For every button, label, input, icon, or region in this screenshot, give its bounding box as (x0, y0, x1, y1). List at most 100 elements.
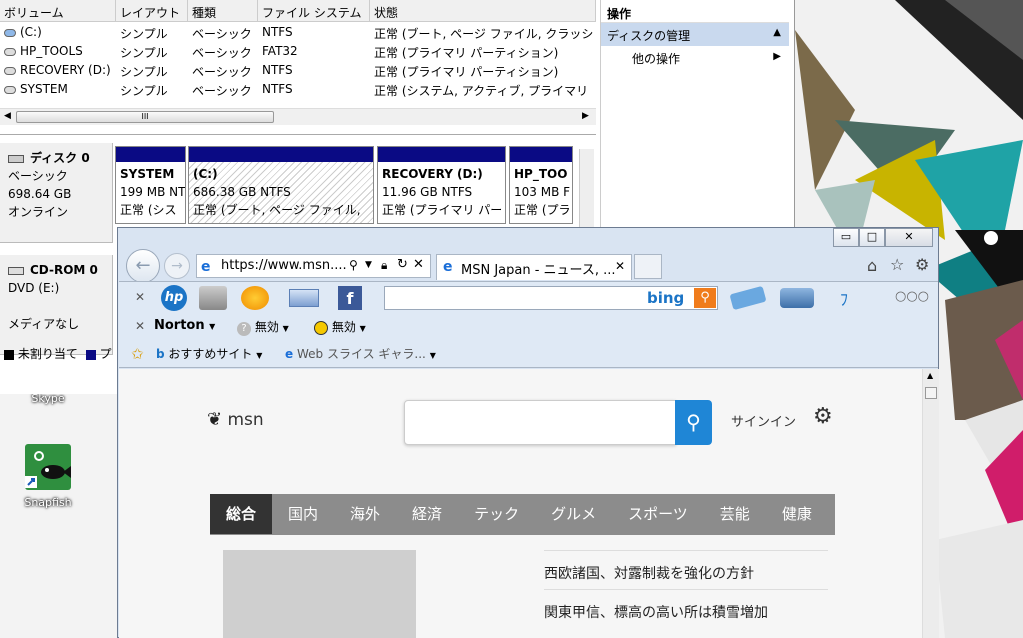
dropdown-icon: ▼ (359, 324, 366, 333)
nav-tab-domestic[interactable]: 国内 (272, 494, 334, 534)
norton-option-1[interactable]: ? 無効 ▼ (237, 318, 289, 336)
cdrom-drive: DVD (E:) (8, 281, 60, 295)
news-headline[interactable]: 西欧諸国、対露制裁を強化の方針 (544, 550, 828, 589)
nav-tab-gourmet[interactable]: グルメ (535, 494, 612, 534)
partition-c[interactable]: (C:) 686.38 GB NTFS 正常 (ブート, ページ ファイル, (188, 146, 374, 224)
nav-tab-economy[interactable]: 経済 (396, 494, 458, 534)
bing-search-button[interactable]: ⚲ (694, 288, 716, 308)
table-row[interactable]: HP_TOOLS シンプル ベーシック FAT32 正常 (プライマリ パーティ… (0, 42, 596, 61)
ie-page-icon: e (201, 259, 211, 275)
browser-tab-msn[interactable]: e MSN Japan - ニュース, ... ✕ (436, 254, 632, 280)
cdrom-0-label[interactable]: CD-ROM 0 DVD (E:) メディアなし (0, 255, 113, 355)
new-tab-button[interactable] (634, 254, 662, 279)
favorite-suggested-sites[interactable]: b おすすめサイト ▼ (156, 345, 262, 362)
volume-name: RECOVERY (D:) (20, 63, 111, 77)
forward-button[interactable]: → (164, 253, 190, 279)
norton-option-2[interactable]: 無効 ▼ (314, 318, 366, 335)
partition-bar (116, 147, 185, 162)
scroll-up-icon[interactable]: ▲ (927, 371, 933, 380)
nav-tab-health[interactable]: 健康 (766, 494, 828, 534)
scroll-thumb[interactable] (925, 387, 937, 399)
graphical-view-scrollbar[interactable] (579, 149, 594, 235)
hp-tag-icon[interactable] (729, 285, 767, 311)
actions-item-disk-management[interactable]: ディスクの管理 ▲ (601, 23, 789, 46)
disk-title: ディスク 0 (30, 151, 90, 165)
add-favorite-star-icon[interactable]: ✩ (131, 345, 144, 363)
lock-icon[interactable]: 🔒︎ (381, 258, 387, 273)
bing-b-icon: b (156, 347, 165, 361)
scroll-right-icon[interactable]: ▶ (582, 111, 589, 121)
actions-item-more[interactable]: 他の操作 ▶ (601, 46, 789, 68)
scroll-thumb[interactable]: III (16, 111, 274, 123)
news-headline[interactable]: 関東甲信、標高の高い所は積雪増加 (544, 589, 828, 628)
stop-icon[interactable]: ✕ (413, 257, 424, 272)
partition-status: 正常 (プラ (514, 203, 571, 217)
mail-envelope-icon[interactable] (289, 289, 319, 307)
partition-size: 199 MB NT (120, 185, 185, 199)
close-button[interactable]: ✕ (885, 228, 933, 247)
maps-icon[interactable] (199, 286, 227, 310)
table-row[interactable]: (C:) シンプル ベーシック NTFS 正常 (ブート, ページ ファイル, … (0, 23, 596, 42)
column-header-volume[interactable]: ボリューム (0, 0, 116, 21)
norton-menu[interactable]: Norton ▼ (154, 318, 215, 333)
desktop-icon-snapfish[interactable]: Snapfish (13, 444, 83, 509)
partition-hp-tools[interactable]: HP_TOO 103 MB F 正常 (プラ (509, 146, 573, 224)
partition-size: 686.38 GB NTFS (193, 185, 291, 199)
column-header-layout[interactable]: レイアウト (116, 0, 188, 21)
nav-tab-top[interactable]: 総合 (210, 494, 273, 534)
address-bar[interactable]: e https://www.msn.... ⚲ ▼ 🔒︎ ↻ ✕ (196, 254, 431, 278)
legend-label: 未割り当て (17, 347, 78, 361)
volume-list-scrollbar[interactable]: ◀ III ▶ (0, 108, 596, 125)
ie-window: ▭ □ ✕ ← → e https://www.msn.... ⚲ ▼ 🔒︎ ↻… (117, 227, 939, 638)
home-icon[interactable]: ⌂ (867, 256, 877, 275)
nav-tab-sports[interactable]: スポーツ (612, 494, 704, 534)
news-image-placeholder[interactable] (223, 550, 416, 638)
column-header-status[interactable]: 状態 (370, 0, 596, 21)
msn-logo[interactable]: ❦ msn (207, 409, 264, 430)
refresh-icon[interactable]: ↻ (397, 257, 408, 272)
more-options-icon[interactable]: ○○○ (895, 289, 929, 304)
msn-butterfly-icon: ❦ (207, 409, 223, 430)
close-toolbar-icon[interactable]: ✕ (135, 319, 145, 333)
favorite-web-slice-gallery[interactable]: e Web スライス ギャラ... ▼ (285, 345, 436, 362)
favorites-star-icon[interactable]: ☆ (890, 255, 904, 274)
option-label: 無効 (254, 320, 279, 334)
column-header-type[interactable]: 種類 (188, 0, 258, 21)
legend: 未割り当て プ (4, 345, 112, 362)
back-button[interactable]: ← (126, 249, 160, 283)
signin-link[interactable]: サインイン (731, 411, 796, 430)
tools-gear-icon[interactable]: ⚙ (915, 255, 929, 274)
search-icon[interactable]: ⚲ (349, 258, 358, 272)
dropdown-icon[interactable]: ▼ (365, 260, 372, 270)
msn-search-button[interactable]: ⚲ (675, 400, 712, 445)
maximize-button[interactable]: □ (859, 228, 885, 247)
minimize-button[interactable]: ▭ (833, 228, 859, 247)
nav-tab-tech[interactable]: テック (458, 494, 535, 534)
disk-0-label[interactable]: ディスク 0 ベーシック 698.64 GB オンライン (0, 143, 113, 243)
hp-logo-icon[interactable]: hp (161, 285, 187, 311)
scroll-left-icon[interactable]: ◀ (4, 111, 11, 121)
toolbar-search-input[interactable]: bing ⚲ (384, 286, 718, 310)
table-row[interactable]: RECOVERY (D:) シンプル ベーシック NTFS 正常 (プライマリ … (0, 61, 596, 80)
facebook-icon[interactable]: f (338, 286, 362, 310)
weather-sun-icon[interactable] (241, 286, 269, 310)
partition-recovery[interactable]: RECOVERY (D:) 11.96 GB NTFS 正常 (プライマリ パー (377, 146, 506, 224)
actions-item-label: ディスクの管理 (607, 29, 691, 43)
column-header-filesystem[interactable]: ファイル システム (258, 0, 370, 21)
close-tab-icon[interactable]: ✕ (615, 259, 625, 273)
option-label: 無効 (331, 320, 356, 334)
nav-tab-world[interactable]: 海外 (334, 494, 396, 534)
volume-status: 正常 (システム, アクティブ, プライマリ (374, 84, 589, 98)
disk-size: 698.64 GB (8, 187, 72, 201)
collapse-up-icon[interactable]: ▲ (773, 27, 781, 38)
translate-icon[interactable]: ﾌ (831, 286, 857, 310)
nav-tab-entertainment[interactable]: 芸能 (704, 494, 766, 534)
volume-status: 正常 (プライマリ パーティション) (374, 46, 559, 60)
msn-search-input[interactable] (404, 400, 676, 445)
page-scrollbar[interactable]: ▲ (922, 369, 939, 638)
partition-system[interactable]: SYSTEM 199 MB NT 正常 (シス (115, 146, 186, 224)
close-toolbar-icon[interactable]: ✕ (135, 290, 145, 304)
video-icon[interactable] (780, 288, 814, 308)
table-row[interactable]: SYSTEM シンプル ベーシック NTFS 正常 (システム, アクティブ, … (0, 80, 596, 99)
settings-gear-icon[interactable]: ⚙ (813, 404, 833, 429)
